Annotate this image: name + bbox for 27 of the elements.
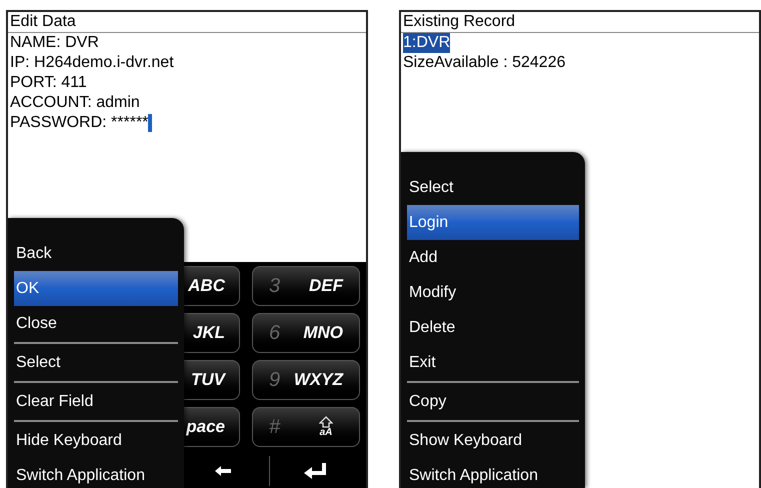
keyboard-key[interactable]: 9 WXYZ bbox=[252, 360, 360, 400]
menu-item[interactable]: Modify bbox=[407, 275, 579, 310]
menu-item[interactable]: Show Keyboard bbox=[407, 423, 579, 458]
keyboard-key[interactable]: 3 DEF bbox=[252, 266, 360, 306]
record-line: PORT: 411 bbox=[10, 73, 87, 93]
menu-item[interactable]: Login bbox=[407, 205, 579, 240]
keyboard-key[interactable]: 6 MNO bbox=[252, 313, 360, 353]
menu-item[interactable]: Add bbox=[407, 240, 579, 275]
menu-item[interactable]: Switch Application bbox=[407, 458, 579, 488]
record-line: ACCOUNT: admin bbox=[10, 93, 140, 113]
shift-arrow-icon bbox=[319, 416, 333, 428]
record-line: IP: H264demo.i-dvr.net bbox=[10, 53, 174, 73]
screen-title: Edit Data bbox=[8, 12, 366, 33]
enter-icon[interactable] bbox=[304, 463, 326, 479]
record-line: NAME: DVR bbox=[10, 33, 99, 53]
menu-item[interactable]: Switch Application bbox=[14, 458, 178, 488]
left-arrow-icon[interactable] bbox=[215, 466, 232, 476]
menu-item[interactable]: Exit bbox=[407, 345, 579, 380]
menu-item[interactable]: Copy bbox=[407, 384, 579, 419]
menu-item[interactable]: Select bbox=[14, 345, 178, 380]
menu-item[interactable]: OK bbox=[14, 271, 178, 306]
menu-item[interactable]: Delete bbox=[407, 310, 579, 345]
keyboard-key[interactable]: # aA bbox=[252, 407, 360, 447]
menu-item[interactable]: Clear Field bbox=[14, 384, 178, 419]
record-line: PASSWORD: ****** bbox=[10, 113, 148, 133]
record-line: SizeAvailable : 524226 bbox=[403, 53, 566, 73]
menu-item[interactable]: Select bbox=[407, 170, 579, 205]
